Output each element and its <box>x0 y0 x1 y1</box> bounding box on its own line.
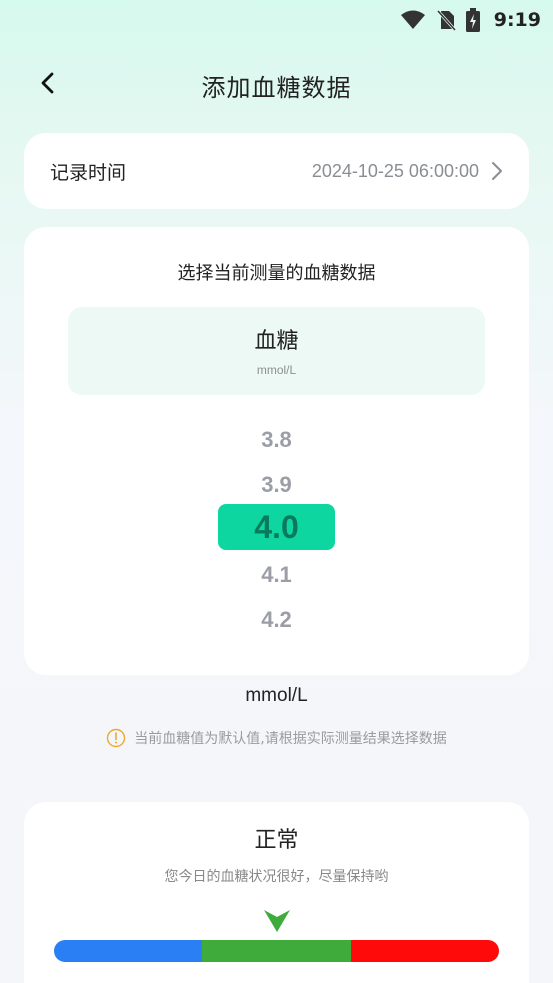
record-time-label: 记录时间 <box>50 161 127 184</box>
glucose-picker-card: 选择当前测量的血糖数据 血糖 mmol/L 3.8 3.9 4.0 4.1 4.… <box>24 227 529 675</box>
battery-charging-icon <box>465 8 480 32</box>
glucose-range-bar <box>54 940 499 962</box>
record-time-row[interactable]: 记录时间 2024-10-25 06:00:00 <box>24 133 529 209</box>
picker-prompt: 选择当前测量的血糖数据 <box>177 263 376 284</box>
unit-caption: mmol/L <box>245 685 308 706</box>
range-segment-normal <box>202 940 351 962</box>
header: 添加血糖数据 <box>0 55 553 115</box>
page-title: 添加血糖数据 <box>201 73 352 102</box>
chevron-right-icon <box>491 161 503 181</box>
back-button[interactable] <box>30 67 66 103</box>
range-segment-high <box>350 940 499 962</box>
metric-unit: mmol/L <box>256 363 297 377</box>
range-segment-low <box>54 940 203 962</box>
wifi-icon <box>400 10 426 30</box>
arrow-down-pointer-icon <box>264 908 290 938</box>
default-value-notice: 当前血糖值为默认值,请根据实际测量结果选择数据 <box>0 728 553 748</box>
chevron-left-icon <box>38 71 58 99</box>
wheel-option[interactable]: 3.9 <box>24 462 529 507</box>
result-description: 您今日的血糖状况很好，尽量保持哟 <box>164 869 389 885</box>
status-time: 9:19 <box>493 9 541 31</box>
status-bar: 9:19 <box>0 0 553 40</box>
result-card: 正常 您今日的血糖状况很好，尽量保持哟 <box>24 802 529 983</box>
notice-text: 当前血糖值为默认值,请根据实际测量结果选择数据 <box>134 731 447 747</box>
record-time-value[interactable]: 2024-10-25 06:00:00 <box>312 161 479 182</box>
info-circle-icon <box>106 728 126 748</box>
wheel-option[interactable]: 4.2 <box>24 597 529 642</box>
wheel-option[interactable]: 4.1 <box>24 552 529 597</box>
result-status-title: 正常 <box>254 828 299 853</box>
no-sim-icon <box>436 9 456 31</box>
wheel-option-selected[interactable]: 4.0 <box>24 505 529 550</box>
value-wheel-picker[interactable]: 3.8 3.9 4.0 4.1 4.2 <box>24 417 529 647</box>
metric-tab-blood-glucose[interactable]: 血糖 mmol/L <box>68 307 485 395</box>
metric-name: 血糖 <box>254 329 299 354</box>
wheel-option[interactable]: 3.8 <box>24 417 529 462</box>
